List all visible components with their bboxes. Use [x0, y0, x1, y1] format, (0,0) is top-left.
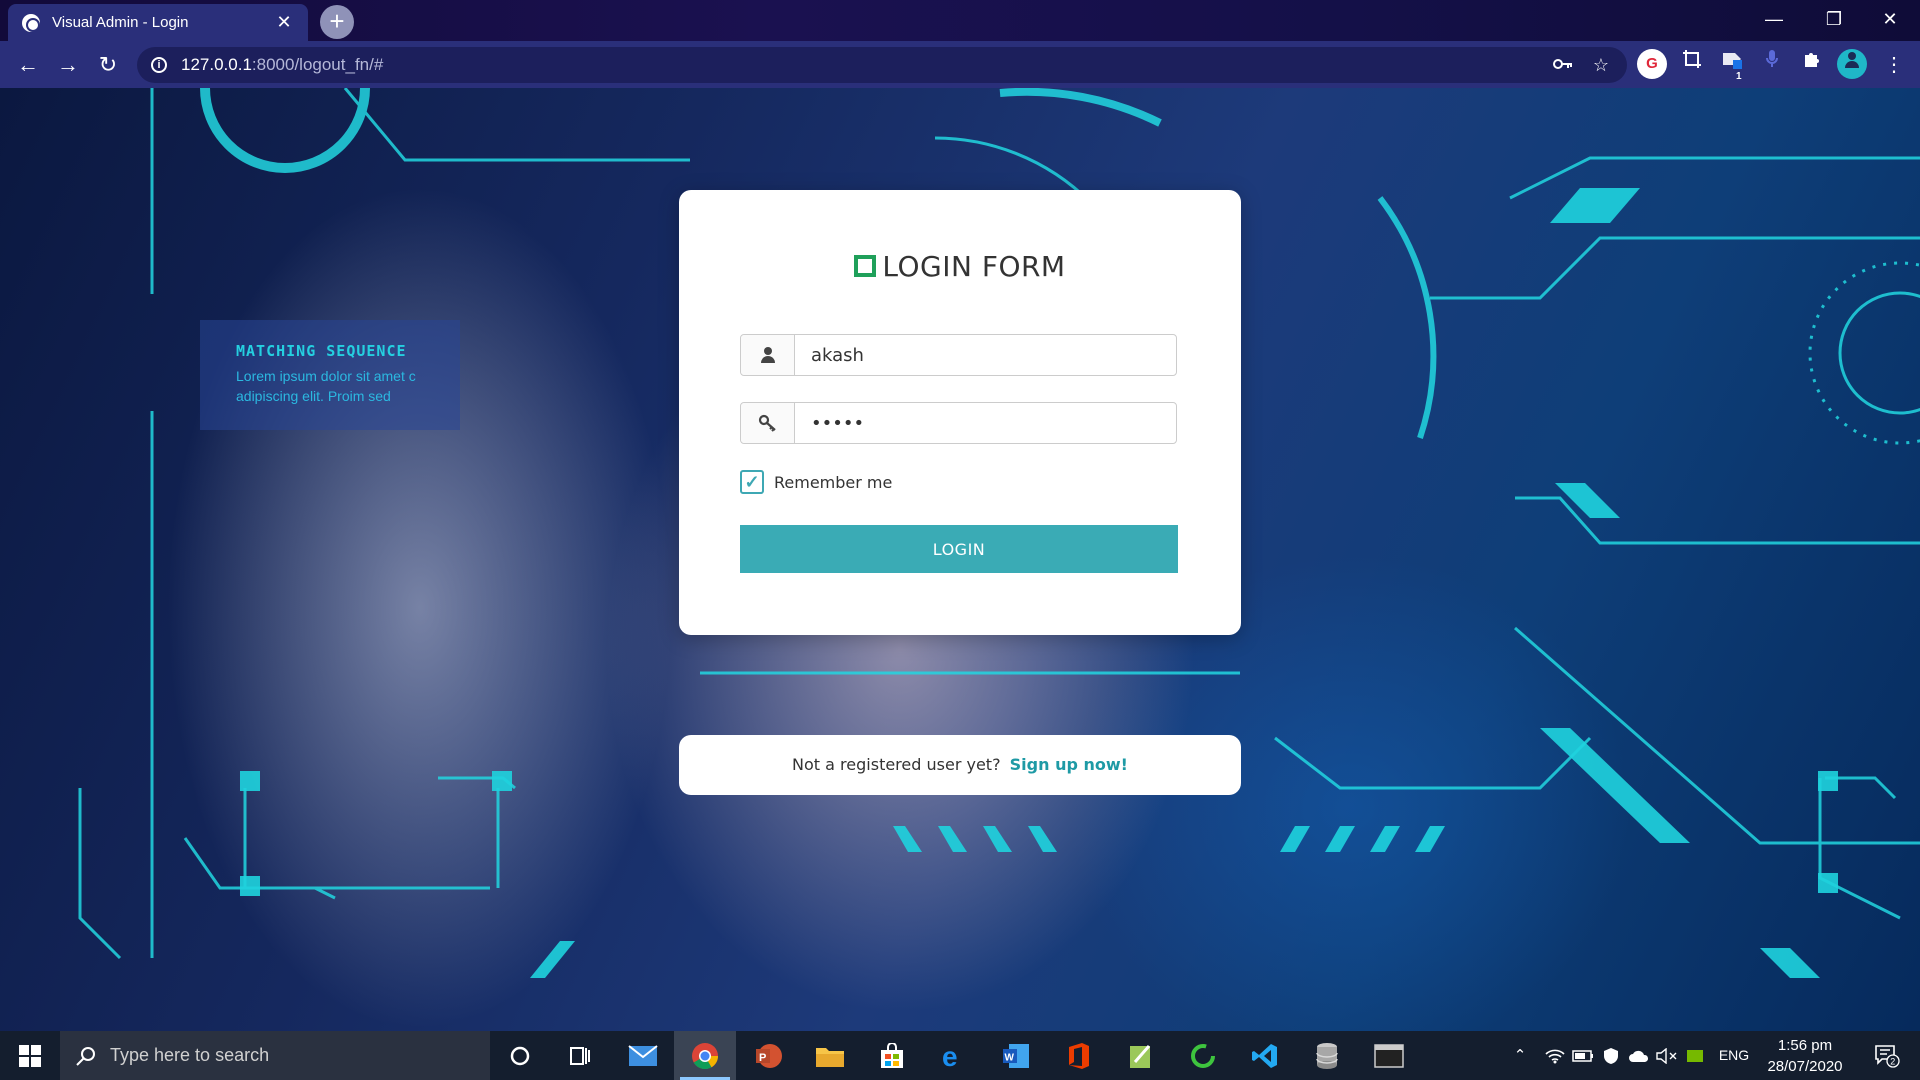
url-text[interactable]: 127.0.0.1:8000/logout_fn/# [181, 55, 383, 75]
tab-title: Visual Admin - Login [52, 14, 189, 31]
taskbar-search-box[interactable]: Type here to search [60, 1031, 490, 1080]
edge-icon[interactable]: e [936, 1038, 972, 1074]
key-icon[interactable] [1551, 53, 1575, 77]
windows-logo-icon [19, 1044, 41, 1067]
square-icon [854, 255, 877, 277]
globe-icon [22, 13, 40, 32]
browser-menu-icon[interactable]: ⋮ [1878, 49, 1910, 81]
file-explorer-icon[interactable] [812, 1038, 848, 1074]
grammarly-extension-icon[interactable]: G [1637, 49, 1667, 79]
battery-icon[interactable] [1570, 1031, 1596, 1080]
hud-body-line-1: Lorem ipsum dolor sit amet c [236, 368, 416, 384]
mail-icon[interactable] [625, 1038, 661, 1074]
windows-taskbar: Type here to search P e W ⌃ ENG 1:56 pm … [0, 1031, 1920, 1080]
login-card: LOGIN FORM ✓ Remember me LOGIN [679, 190, 1241, 635]
site-info-icon[interactable]: i [151, 57, 167, 73]
password-group [740, 402, 1177, 444]
new-tab-button[interactable]: + [320, 5, 354, 39]
forward-button[interactable]: → [52, 49, 84, 81]
login-form-title: LOGIN FORM [679, 250, 1241, 283]
powerpoint-icon[interactable]: P [750, 1038, 786, 1074]
taskbar-clock[interactable]: 1:56 pm 28/07/2020 [1760, 1035, 1850, 1077]
clock-date: 28/07/2020 [1767, 1058, 1843, 1075]
hud-title: MATCHING SEQUENCE [236, 342, 407, 360]
restore-button[interactable]: ❐ [1806, 0, 1862, 41]
username-group [740, 334, 1177, 376]
search-icon [76, 1046, 95, 1066]
hud-body-line-2: adipiscing elit. Proim sed [236, 388, 391, 404]
office-icon[interactable] [1061, 1038, 1097, 1074]
refresh-app-icon[interactable] [1185, 1038, 1221, 1074]
svg-text:e: e [942, 1042, 958, 1070]
clock-time: 1:56 pm [1777, 1037, 1833, 1054]
page-background: MATCHING SEQUENCE Lorem ipsum dolor sit … [0, 88, 1920, 1031]
onedrive-cloud-icon[interactable] [1626, 1031, 1652, 1080]
login-button[interactable]: LOGIN [740, 525, 1178, 573]
language-indicator[interactable]: ENG [1712, 1031, 1756, 1080]
url-path: :8000/logout_fn/# [251, 55, 384, 74]
extensions-puzzle-icon[interactable] [1797, 49, 1827, 79]
password-input[interactable] [795, 403, 1176, 443]
chrome-icon[interactable] [687, 1038, 723, 1074]
svg-text:P: P [759, 1052, 766, 1064]
bookmark-star-icon[interactable]: ☆ [1589, 53, 1613, 77]
remember-me-row: ✓ Remember me [740, 470, 892, 494]
terminal-icon[interactable] [1371, 1038, 1407, 1074]
action-center-icon[interactable]: 2 [1862, 1031, 1912, 1080]
remember-me-checkbox[interactable]: ✓ [740, 470, 764, 494]
vscode-icon[interactable] [1247, 1038, 1283, 1074]
video-extension-icon[interactable]: 1 [1717, 49, 1747, 82]
hud-info-panel: MATCHING SEQUENCE Lorem ipsum dolor sit … [200, 320, 460, 430]
database-icon[interactable] [1309, 1038, 1345, 1074]
browser-tab-bar: Visual Admin - Login ✕ + — ❐ ✕ [0, 0, 1920, 41]
taskbar-search-placeholder: Type here to search [110, 1045, 270, 1065]
user-icon [741, 335, 795, 375]
browser-toolbar: ← → ↻ i 127.0.0.1:8000/logout_fn/# ☆ G 1… [0, 41, 1920, 88]
key-icon [741, 403, 795, 443]
notepad-plus-icon[interactable] [1123, 1038, 1159, 1074]
remember-me-label: Remember me [774, 472, 893, 492]
microphone-icon[interactable] [1757, 49, 1787, 79]
volume-muted-icon[interactable] [1654, 1031, 1680, 1080]
signup-link[interactable]: Sign up now! [1010, 755, 1128, 774]
nvidia-icon[interactable] [1682, 1031, 1708, 1080]
window-close-button[interactable]: ✕ [1862, 0, 1918, 41]
reload-button[interactable]: ↻ [92, 49, 124, 81]
signup-card: Not a registered user yet? Sign up now! [679, 735, 1241, 795]
svg-text:W: W [1005, 1053, 1015, 1064]
store-icon[interactable] [874, 1038, 910, 1074]
signup-prompt: Not a registered user yet? [792, 755, 1001, 774]
word-icon[interactable]: W [998, 1038, 1034, 1074]
security-shield-icon[interactable] [1598, 1031, 1624, 1080]
windows-start-button[interactable] [0, 1031, 60, 1080]
username-input[interactable] [795, 335, 1176, 375]
url-host: 127.0.0.1 [181, 55, 252, 74]
notification-count: 2 [1890, 1057, 1895, 1067]
screenshot-extension-icon[interactable] [1677, 49, 1707, 79]
minimize-button[interactable]: — [1746, 0, 1802, 41]
browser-tab[interactable]: Visual Admin - Login ✕ [8, 4, 308, 41]
tab-close-icon[interactable]: ✕ [274, 12, 294, 33]
address-bar[interactable]: i 127.0.0.1:8000/logout_fn/# ☆ [137, 47, 1627, 83]
profile-avatar[interactable] [1837, 49, 1867, 79]
wifi-icon[interactable] [1542, 1031, 1568, 1080]
back-button[interactable]: ← [12, 49, 44, 81]
login-form-title-text: LOGIN FORM [882, 250, 1066, 283]
cortana-icon[interactable] [502, 1038, 538, 1074]
task-view-icon[interactable] [562, 1038, 598, 1074]
tray-overflow-icon[interactable]: ⌃ [1508, 1031, 1532, 1080]
